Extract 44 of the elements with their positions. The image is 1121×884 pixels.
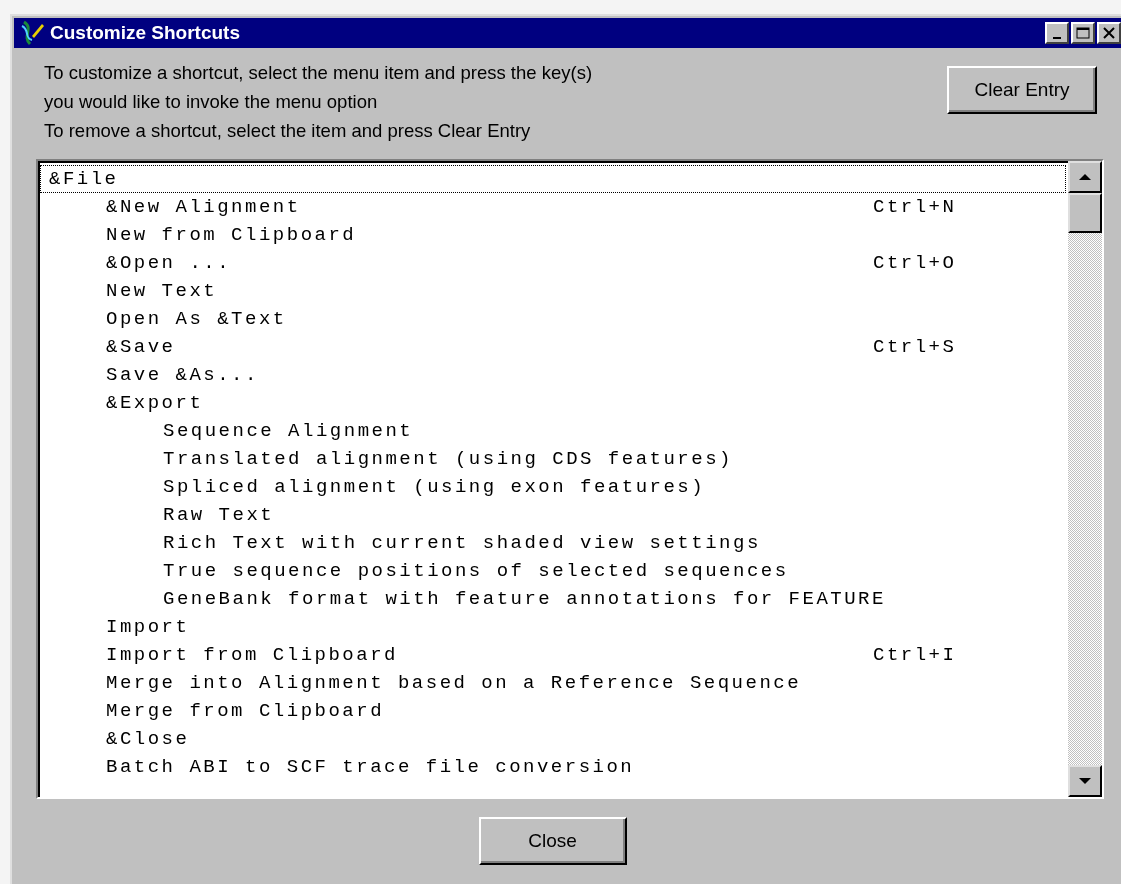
menu-item[interactable]: Sequence Alignment <box>40 417 415 445</box>
menu-item[interactable]: &Open ... <box>40 249 233 277</box>
up-arrow-icon <box>1079 173 1091 181</box>
menu-item[interactable]: &Save <box>40 333 177 361</box>
clear-entry-button[interactable]: Clear Entry <box>947 66 1097 114</box>
instruction-text: To customize a shortcut, select the menu item and press the key(s) <box>44 61 594 85</box>
menu-item[interactable]: Merge from Clipboard <box>40 697 386 725</box>
menu-item[interactable]: Open As &Text <box>40 305 288 333</box>
menu-item[interactable]: Merge into Alignment based on a Reference Sequence <box>40 669 803 697</box>
menu-item[interactable]: True sequence positions of selected sequences <box>40 557 790 585</box>
window-title: Customize Shortcuts <box>50 22 242 44</box>
instruction-text: To remove a shortcut, select the item and press Clear Entry <box>44 119 532 143</box>
menu-item[interactable]: &Close <box>40 725 191 753</box>
shortcut-key: Ctrl+N <box>872 193 958 221</box>
menu-item[interactable]: Save &As... <box>40 361 260 389</box>
maximize-icon <box>1076 27 1090 39</box>
menu-item[interactable]: GeneBank format with feature annotations for FEATURE <box>40 585 887 613</box>
scroll-up-button[interactable] <box>1068 161 1102 193</box>
menu-item[interactable]: Import from Clipboard <box>40 641 399 669</box>
menu-item[interactable]: Batch ABI to SCF trace file conversion <box>40 753 636 781</box>
close-button[interactable]: Close <box>478 817 627 865</box>
menu-item[interactable]: New from Clipboard <box>40 221 358 249</box>
shortcut-key: Ctrl+O <box>872 249 958 277</box>
scroll-down-button[interactable] <box>1068 765 1102 797</box>
menu-item[interactable]: &Export <box>40 389 205 417</box>
down-arrow-icon <box>1079 777 1091 785</box>
menu-item[interactable]: Translated alignment (using CDS features) <box>40 445 734 473</box>
menu-item[interactable]: Rich Text with current shaded view settings <box>40 529 762 557</box>
scroll-thumb[interactable] <box>1068 193 1102 233</box>
menu-item[interactable]: New Text <box>40 277 219 305</box>
maximize-button[interactable] <box>1071 22 1095 44</box>
shortcut-key: Ctrl+S <box>872 333 958 361</box>
scrollbar[interactable] <box>1068 161 1102 797</box>
shortcut-key: Ctrl+I <box>872 641 958 669</box>
app-icon <box>20 20 44 46</box>
close-icon[interactable] <box>1097 22 1121 44</box>
menu-item[interactable]: Raw Text <box>40 501 276 529</box>
menu-item[interactable]: &New Alignment <box>40 193 302 221</box>
menu-item[interactable]: &File <box>40 165 1066 193</box>
minimize-icon <box>1053 37 1061 39</box>
minimize-button[interactable] <box>1045 22 1069 44</box>
instruction-text: you would like to invoke the menu option <box>44 90 379 114</box>
menu-item[interactable]: Spliced alignment (using exon features) <box>40 473 707 501</box>
menu-item[interactable]: Import <box>40 613 191 641</box>
